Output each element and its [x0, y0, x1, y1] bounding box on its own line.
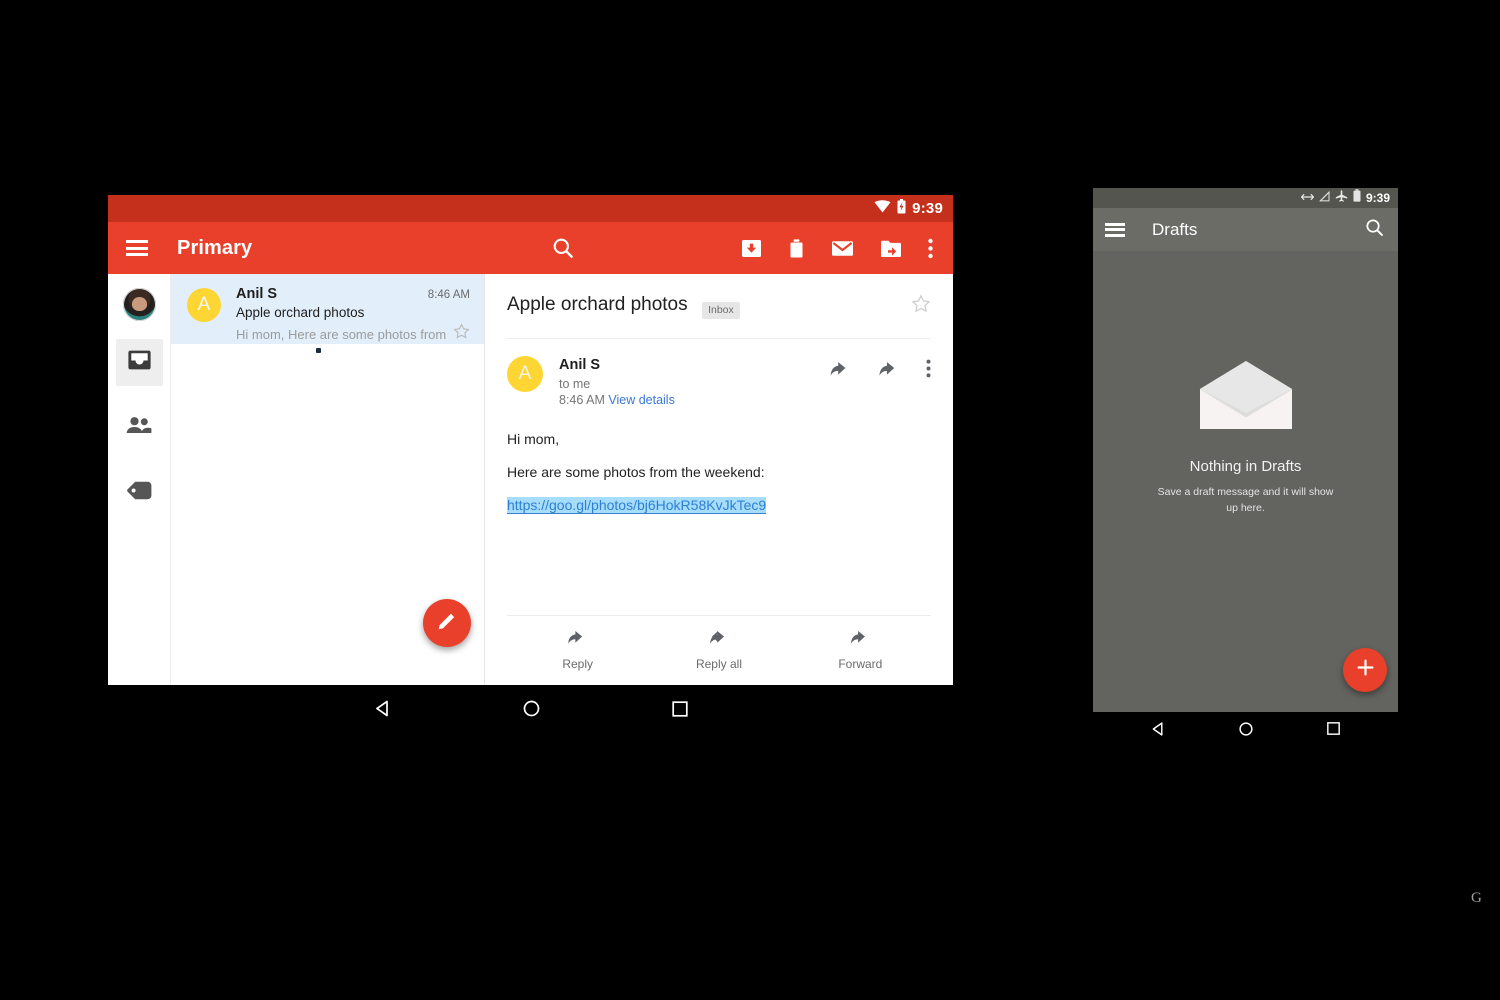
tablet-clock: 9:39	[912, 200, 943, 217]
no-signal-icon	[1319, 189, 1330, 207]
mouse-cursor-artifact	[316, 348, 321, 353]
avatar: A	[507, 356, 543, 392]
star-outline-icon[interactable]	[453, 323, 470, 345]
hamburger-menu-icon[interactable]	[126, 240, 148, 256]
email-row-text: Anil S 8:46 AM Apple orchard photos Hi m…	[236, 286, 470, 342]
reply-all-button[interactable]: Reply all	[648, 629, 789, 671]
view-details-link[interactable]: View details	[608, 393, 674, 407]
inbox-icon	[127, 349, 152, 376]
tablet-app-bar: Primary	[108, 222, 953, 274]
drafts-empty-state: Nothing in Drafts Save a draft message a…	[1093, 251, 1398, 712]
phone-app-bar: Drafts	[1093, 208, 1398, 251]
phone-status-bar: 9:39	[1093, 188, 1398, 208]
compose-fab[interactable]	[423, 599, 471, 647]
sender-block: A Anil S to me 8:46 AM View details	[485, 339, 953, 409]
watermark: G	[1471, 890, 1482, 906]
archive-icon[interactable]	[741, 238, 762, 259]
email-subject: Apple orchard photos	[236, 305, 365, 320]
recents-square-icon[interactable]	[1326, 721, 1341, 736]
page-title: Primary	[177, 236, 253, 259]
people-icon	[126, 416, 152, 439]
message-actions	[830, 356, 931, 383]
home-circle-icon[interactable]	[1238, 721, 1254, 737]
usb-debug-icon	[1300, 189, 1315, 207]
home-circle-icon[interactable]	[522, 699, 541, 718]
label-tag-icon	[126, 480, 153, 506]
forward-icon[interactable]	[878, 360, 900, 383]
forward-label: Forward	[838, 657, 883, 671]
email-time: 8:46 AM	[427, 289, 470, 301]
forward-button[interactable]: Forward	[790, 629, 931, 671]
reply-icon	[567, 629, 589, 651]
recipient-label: to me	[559, 376, 591, 391]
reply-icon[interactable]	[830, 360, 852, 383]
page-title: Drafts	[1152, 219, 1198, 239]
airplane-mode-icon	[1335, 189, 1348, 207]
back-triangle-icon[interactable]	[373, 699, 392, 718]
sender-meta: Anil S to me 8:46 AM View details	[559, 356, 675, 409]
detail-subject-bar: Apple orchard photos Inbox	[485, 274, 953, 319]
search-icon[interactable]	[552, 237, 574, 259]
tablet-device-screen: 9:39 Primary A Anil S 8:46 AM Apple orch…	[108, 195, 953, 685]
detail-subject-group: Apple orchard photos Inbox	[507, 294, 740, 319]
mark-unread-icon[interactable]	[831, 239, 854, 258]
reply-all-icon	[705, 629, 732, 651]
reply-label: Reply	[562, 657, 593, 671]
wifi-icon	[874, 199, 891, 218]
battery-icon	[1353, 189, 1361, 207]
sender-time-row: 8:46 AM View details	[559, 392, 675, 409]
phone-clock: 9:39	[1365, 191, 1390, 205]
navigation-rail	[108, 274, 171, 685]
footer-spacer	[485, 671, 953, 685]
overflow-menu-icon[interactable]	[926, 359, 931, 383]
star-outline-icon[interactable]	[911, 294, 931, 319]
photos-link[interactable]: https://goo.gl/photos/bj6HokR58KvJkTec9	[507, 497, 767, 515]
forward-icon	[849, 629, 871, 651]
avatar: A	[187, 288, 221, 322]
message-time: 8:46 AM	[559, 393, 605, 408]
battery-charging-icon	[897, 198, 906, 219]
tablet-navigation-bar	[108, 685, 953, 732]
table-row[interactable]: A Anil S 8:46 AM Apple orchard photos Hi…	[171, 274, 484, 344]
screenshot-canvas: 9:39 Primary A Anil S 8:46 AM Apple orch…	[0, 0, 1500, 1000]
sidebar-item-inbox[interactable]	[115, 339, 163, 386]
email-row-line-sender: Anil S 8:46 AM	[236, 286, 470, 302]
phone-navigation-bar	[1093, 712, 1398, 745]
overflow-menu-icon[interactable]	[928, 238, 933, 259]
email-detail-pane: Apple orchard photos Inbox A Anil S to m…	[485, 274, 953, 685]
message-body: Hi mom, Here are some photos from the we…	[485, 409, 953, 515]
sender-name: Anil S	[559, 357, 601, 373]
plus-icon	[1356, 658, 1375, 682]
body-paragraph: Hi mom,	[507, 431, 560, 448]
reply-all-label: Reply all	[695, 657, 742, 671]
email-sender: Anil S	[236, 286, 278, 302]
move-to-folder-icon[interactable]	[880, 239, 902, 258]
message-footer-actions: Reply Reply all Forward	[507, 616, 931, 671]
detail-subject: Apple orchard photos	[507, 294, 688, 315]
email-snippet: Hi mom, Here are some photos from t…	[236, 326, 447, 342]
sidebar-item-labels[interactable]	[116, 469, 163, 516]
sidebar-item-social[interactable]	[116, 404, 163, 451]
back-triangle-icon[interactable]	[1150, 721, 1166, 737]
search-icon[interactable]	[1365, 218, 1384, 242]
open-envelope-icon	[1198, 359, 1294, 436]
hamburger-menu-icon[interactable]	[1105, 222, 1125, 237]
reply-button[interactable]: Reply	[507, 629, 648, 671]
status-badge: Inbox	[702, 302, 740, 319]
empty-state-subtitle: Save a draft message and it will show up…	[1157, 486, 1334, 515]
empty-state-title: Nothing in Drafts	[1189, 458, 1302, 475]
phone-device-screen: 9:39 Drafts Nothing in Drafts Save a dra…	[1093, 188, 1398, 712]
delete-icon[interactable]	[788, 238, 805, 259]
compose-fab[interactable]	[1343, 648, 1387, 692]
compose-pencil-icon	[437, 610, 458, 636]
email-row-line-snippet: Hi mom, Here are some photos from t…	[236, 323, 470, 345]
tablet-content-area: A Anil S 8:46 AM Apple orchard photos Hi…	[108, 274, 953, 685]
tablet-status-bar: 9:39	[108, 195, 953, 222]
avatar[interactable]	[122, 288, 156, 321]
recents-square-icon[interactable]	[671, 700, 689, 718]
body-paragraph: Here are some photos from the weekend:	[507, 464, 765, 481]
